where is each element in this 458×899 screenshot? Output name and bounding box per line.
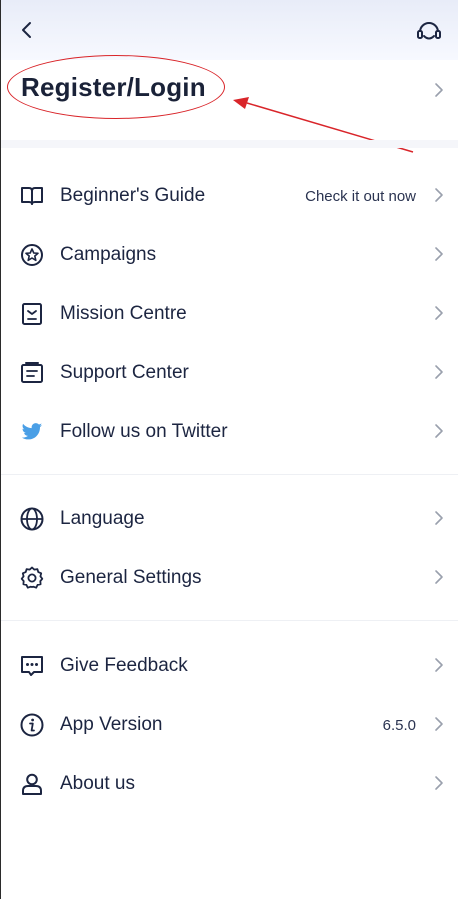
app-version-value: 6.5.0 [382,717,416,734]
menu-item-label: Support Center [60,362,189,383]
feedback-icon [19,653,45,679]
top-bar [1,0,458,60]
chevron-right-icon [434,364,444,380]
chevron-right-icon [434,82,444,98]
book-icon [19,183,45,209]
mission-icon [19,301,45,327]
person-icon [19,771,45,797]
chevron-right-icon [434,657,444,673]
menu-item-beginners-guide[interactable]: Beginner's Guide Check it out now [1,167,458,225]
chevron-right-icon [434,569,444,585]
menu-item-follow-twitter[interactable]: Follow us on Twitter [1,403,458,461]
register-login-row[interactable]: Register/Login [1,60,458,140]
menu-item-mission-centre[interactable]: Mission Centre [1,285,458,343]
register-login-title[interactable]: Register/Login [21,72,206,103]
back-button[interactable] [15,18,39,42]
globe-icon [19,506,45,532]
chevron-right-icon [434,246,444,262]
info-icon [19,712,45,738]
gear-icon [19,565,45,591]
menu-item-give-feedback[interactable]: Give Feedback [1,637,458,695]
menu-item-label: General Settings [60,567,202,588]
customer-support-button[interactable] [414,16,444,46]
chevron-right-icon [434,716,444,732]
menu-item-language[interactable]: Language [1,490,458,548]
menu-item-general-settings[interactable]: General Settings [1,549,458,607]
menu-item-label: Give Feedback [60,655,188,676]
chevron-right-icon [434,423,444,439]
menu-item-label: Language [60,508,145,529]
menu-item-label: Beginner's Guide [60,185,206,206]
menu-item-label: Follow us on Twitter [60,421,228,442]
menu-item-support-center[interactable]: Support Center [1,344,458,402]
chevron-right-icon [434,775,444,791]
chevron-left-icon [22,22,31,38]
headset-icon [417,22,441,40]
chevron-right-icon [434,305,444,321]
chevron-right-icon [434,510,444,526]
section-gap [1,140,458,148]
menu-item-campaigns[interactable]: Campaigns [1,226,458,284]
section-divider [1,620,458,621]
chevron-right-icon [434,187,444,203]
document-icon [19,360,45,386]
menu-item-value: Check it out now [305,188,416,205]
menu-item-about-us[interactable]: About us [1,755,458,813]
menu-item-app-version[interactable]: App Version 6.5.0 [1,696,458,754]
menu-item-label: About us [60,773,135,794]
menu-item-label: App Version [60,714,163,735]
menu-item-label: Campaigns [60,244,157,265]
twitter-icon [19,419,45,445]
section-divider [1,474,458,475]
star-badge-icon [19,242,45,268]
menu-item-label: Mission Centre [60,303,187,324]
